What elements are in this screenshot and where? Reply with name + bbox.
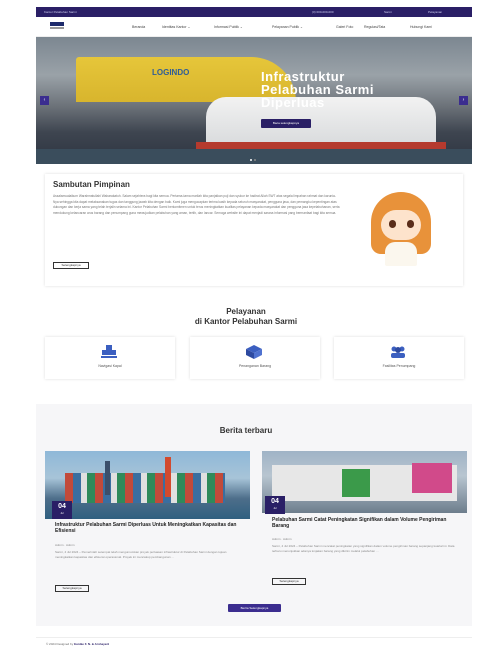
hero-carousel: LOGINDO Infrastruktur Pelabuhan Sarmi Di… [36,37,472,164]
ship-icon [101,345,117,358]
nav-item-galeri[interactable]: Galeri Foto [336,25,353,29]
users-icon [391,346,405,358]
footer-text: © 2024 Designed by [46,642,74,646]
news-excerpt: Sarmi, 4 Jul 2024 – Pelabuhan Sarmi menc… [272,544,455,553]
hero-read-more-button[interactable]: Baca selengkapnya [261,119,311,128]
social-text[interactable]: Pelayanan [428,10,442,14]
top-bar-title: Kantor Pelabuhan Sarmi [44,10,77,14]
carousel-indicators [250,157,258,162]
service-card[interactable]: Fasilitas Penumpang [334,337,464,379]
service-label: Fasilitas Penumpang [382,364,416,368]
footer: © 2024 Designed by Eunike F. N. & Arshay… [36,637,472,652]
top-bar: Kantor Pelabuhan Sarmi (0) 000-000-000 S… [36,7,472,17]
news-image[interactable] [45,451,250,519]
email-text[interactable]: Sarmi [384,10,392,14]
news-image[interactable] [262,451,467,513]
hero-title: Infrastruktur Pelabuhan Sarmi Diperluas [261,69,374,110]
news-headline[interactable]: Infrastruktur Pelabuhan Sarmi Diperluas … [55,522,245,534]
phone-text[interactable]: (0) 000-000-000 [312,10,334,14]
service-label: Penanganan Barang [238,364,272,368]
nav-item-informasi[interactable]: Informasi Publik ⌄ [214,25,243,29]
news-date-badge: 04 Jul [265,496,285,514]
news-meta: Admin · Admin [55,543,75,547]
leader-photo [349,184,455,272]
nav-item-pelayanan[interactable]: Pelayanan Publik ⌄ [272,25,303,29]
nav-item-hubungi[interactable]: Hubungi Kami [410,25,432,29]
service-card[interactable]: Navigasi Kapal [45,337,175,379]
nav-item-regulasi[interactable]: Regulasi/Tata [364,25,385,29]
carousel-next-icon[interactable]: › [459,96,468,105]
nav-item-identitas[interactable]: Identitas Kantor ⌄ [162,25,190,29]
news-date-badge: 04 Jul [52,501,72,519]
service-label: Navigasi Kapal [98,364,122,368]
nav-item-beranda[interactable]: Beranda [132,25,145,29]
services-subtitle: di Kantor Pelabuhan Sarmi [194,317,298,326]
all-news-button[interactable]: Berita Selengkapnya [228,604,281,612]
welcome-title: Sambutan Pimpinan [53,180,130,189]
news-headline[interactable]: Pelabuhan Sarmi Catat Peningkatan Signif… [272,517,462,529]
ship-label: LOGINDO [152,68,190,77]
news-read-more-button[interactable]: Selengkapnya [272,578,306,585]
carousel-prev-icon[interactable]: ‹ [40,96,49,105]
welcome-read-more-button[interactable]: Selengkapnya [53,262,89,269]
box-icon [246,345,262,359]
welcome-text: Assalamualaikum Warahmatullahi Wabarakat… [53,194,340,215]
news-read-more-button[interactable]: Selengkapnya [55,585,89,592]
carousel-dot[interactable] [254,159,256,161]
news-excerpt: Sarmi, 4 Jul 2024 – Pemerintah setempat … [55,550,227,559]
news-meta: Admin · Admin [272,537,292,541]
services-title: Pelayanan [226,307,266,316]
carousel-dot[interactable] [250,159,252,161]
news-title: Berita terbaru [219,426,273,435]
navbar: Beranda Identitas Kantor ⌄ Informasi Pub… [36,17,472,37]
footer-author[interactable]: Eunike F. N. & Arshayenl [74,642,109,646]
service-card[interactable]: Penanganan Barang [190,337,320,379]
welcome-section: Sambutan Pimpinan Assalamualaikum Warahm… [45,174,463,286]
site-logo[interactable] [50,22,64,30]
